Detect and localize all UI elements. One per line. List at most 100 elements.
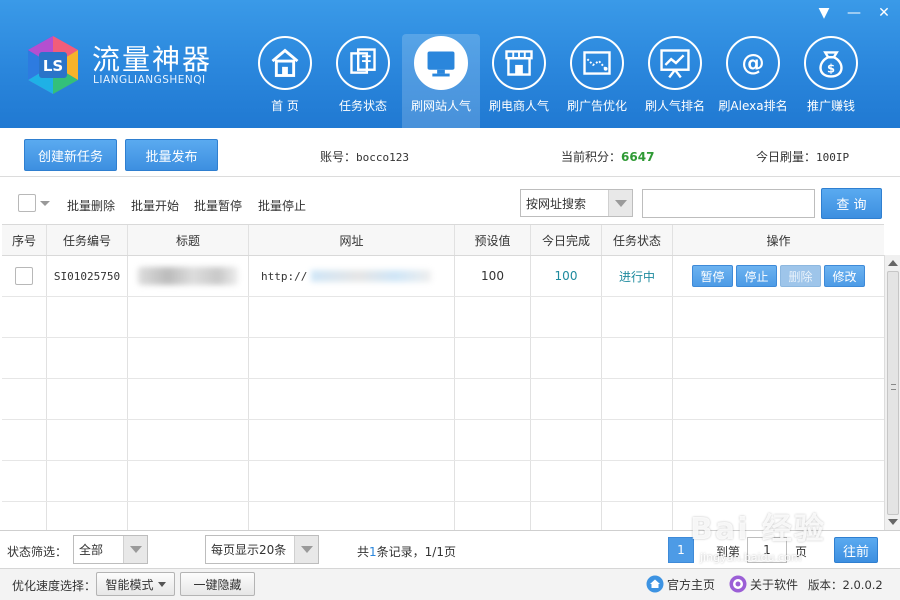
empty-cell — [531, 338, 602, 378]
chevron-down-icon[interactable] — [294, 536, 318, 563]
empty-cell — [455, 297, 531, 337]
table-row — [2, 297, 884, 338]
empty-cell — [249, 338, 455, 378]
empty-cell — [47, 338, 128, 378]
current-page-button[interactable]: 1 — [668, 537, 694, 563]
batch-publish-button[interactable]: 批量发布 — [125, 139, 218, 171]
chevron-down-icon[interactable] — [608, 190, 632, 216]
query-button[interactable]: 查 询 — [821, 188, 882, 219]
nav-item-store[interactable]: 刷电商人气 — [480, 34, 558, 128]
column-header: 网址 — [249, 225, 455, 255]
nav-item-map-chart[interactable]: 刷广告优化 — [558, 34, 636, 128]
empty-cell — [673, 420, 884, 460]
scroll-thumb[interactable] — [887, 271, 899, 515]
batch-start-link[interactable]: 批量开始 — [131, 197, 179, 214]
edit-button[interactable]: 修改 — [824, 265, 865, 287]
batch-delete-link[interactable]: 批量删除 — [67, 197, 115, 214]
column-header: 任务编号 — [47, 225, 128, 255]
minimize-icon[interactable]: ▼ — [814, 4, 834, 22]
status-filter-select[interactable]: 全部 — [73, 535, 148, 564]
nav-label: 首 页 — [271, 99, 299, 113]
page-size-value: 每页显示20条 — [211, 543, 287, 557]
url-text[interactable]: http:// — [261, 270, 307, 283]
nav-label: 刷电商人气 — [488, 99, 549, 113]
points-info: 当前积分：6647 — [561, 148, 654, 165]
table-row — [2, 338, 884, 379]
empty-cell — [128, 379, 249, 419]
row-checkbox[interactable] — [15, 267, 33, 285]
row-checkbox-cell — [2, 256, 47, 296]
nav-item-home[interactable]: 首 页 — [246, 34, 324, 128]
empty-cell — [531, 379, 602, 419]
nav-icon-circle: @ — [726, 36, 780, 90]
nav-item-monitor[interactable]: 刷网站人气 — [402, 34, 480, 128]
nav-label: 刷广告优化 — [566, 99, 627, 113]
empty-cell — [531, 502, 602, 530]
chevron-down-icon[interactable] — [40, 200, 50, 206]
homepage-link[interactable]: 官方主页 — [646, 575, 715, 593]
money-bag-icon: $ — [819, 51, 843, 78]
batch-stop-link[interactable]: 批量停止 — [258, 197, 306, 214]
nav-item-money-bag[interactable]: $ 推广赚钱 — [792, 34, 870, 128]
redacted-url — [311, 270, 432, 282]
one-click-hide-button[interactable]: 一键隐藏 — [180, 572, 255, 596]
table-row[interactable]: SI01025750 http://100 100 进行中 暂停 停止 删除 修改 — [2, 256, 884, 297]
task-id-cell: SI01025750 — [47, 256, 128, 296]
nav-item-documents[interactable]: 任务状态 — [324, 34, 402, 128]
title-cell — [128, 256, 249, 296]
batch-pause-link[interactable]: 批量暂停 — [194, 197, 242, 214]
today-label: 今日刷量： — [756, 150, 817, 164]
stop-button[interactable]: 停止 — [736, 265, 777, 287]
search-type-value: 按网址搜索 — [526, 196, 587, 211]
nav-item-at[interactable]: @ 刷Alexa排名 — [714, 34, 792, 128]
empty-cell — [249, 420, 455, 460]
go-page-button[interactable]: 往前 — [834, 537, 878, 563]
main-nav: 首 页 任务状态 刷网站人气 刷电商人气 刷广告优化 刷人气排名 @ 刷Alexa排名 $ 推广赚… — [246, 34, 870, 128]
chevron-down-icon[interactable] — [123, 536, 147, 563]
grip-icon — [891, 384, 896, 390]
pause-button[interactable]: 暂停 — [692, 265, 733, 287]
empty-cell — [47, 502, 128, 530]
goto-page-input[interactable]: 1 — [747, 537, 787, 563]
status-cell: 进行中 — [602, 256, 673, 296]
empty-cell — [128, 420, 249, 460]
nav-label: 刷人气排名 — [644, 99, 705, 113]
search-input[interactable] — [642, 189, 815, 218]
speed-mode-select[interactable]: 智能模式 — [96, 572, 175, 596]
version-label: 版本：2.0.0.2 — [808, 578, 883, 592]
empty-cell — [2, 338, 47, 378]
task-table: 序号 任务编号 标题 网址 预设值 今日完成 任务状态 操作 SI01025750 http:/… — [2, 224, 884, 530]
empty-cell — [2, 502, 47, 530]
table-row — [2, 461, 884, 502]
scroll-up-icon[interactable] — [888, 260, 898, 266]
close-icon[interactable]: ✕ — [874, 4, 894, 22]
minimize-window-icon[interactable]: — — [844, 4, 864, 22]
app-header: ▼ — ✕ LS 流量神器 LIANGLIANGSHENQI 首 页 任务状态 刷网… — [0, 0, 900, 128]
empty-cell — [2, 379, 47, 419]
scroll-down-icon[interactable] — [888, 519, 898, 525]
redacted-title — [138, 267, 238, 285]
url-cell: http:// — [249, 256, 455, 296]
select-all-checkbox[interactable] — [18, 194, 36, 212]
create-task-button[interactable]: 创建新任务 — [24, 139, 117, 171]
vertical-scrollbar[interactable] — [884, 255, 900, 530]
about-link[interactable]: 关于软件 — [729, 575, 798, 593]
delete-button[interactable]: 删除 — [780, 265, 821, 287]
points-value: 6647 — [621, 150, 655, 164]
actions-cell: 暂停 停止 删除 修改 — [673, 256, 884, 296]
search-type-select[interactable]: 按网址搜索 — [520, 189, 633, 217]
status-filter-value: 全部 — [79, 543, 104, 557]
app-subtitle: LIANGLIANGSHENQI — [93, 74, 206, 86]
nav-label: 推广赚钱 — [806, 99, 855, 113]
window-controls: ▼ — ✕ — [814, 4, 894, 22]
table-row — [2, 502, 884, 530]
nav-icon-circle — [570, 36, 624, 90]
column-header: 操作 — [766, 233, 791, 248]
column-header: 今日完成 — [531, 225, 602, 255]
empty-cell — [531, 297, 602, 337]
select-all-control[interactable] — [18, 194, 50, 212]
status-filter-label: 状态筛选： — [7, 545, 68, 559]
nav-item-presentation[interactable]: 刷人气排名 — [636, 34, 714, 128]
empty-cell — [673, 379, 884, 419]
page-size-select[interactable]: 每页显示20条 — [205, 535, 319, 564]
